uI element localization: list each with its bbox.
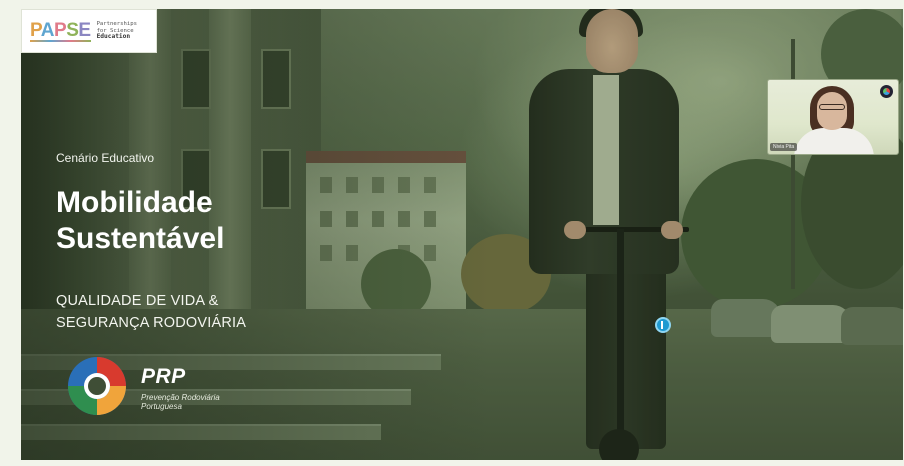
prp-logo: PRP Prevenção Rodoviária Portuguesa: [66, 355, 266, 425]
papse-tagline-line: Partnerships: [96, 20, 137, 27]
papse-tagline-line: Education: [96, 33, 131, 41]
prp-emblem-icon: [68, 357, 126, 415]
papse-letter: P: [30, 20, 41, 41]
participant-video-tile[interactable]: Nivia Pita: [767, 79, 899, 155]
prp-full-name-line: Prevenção Rodoviária: [141, 393, 220, 402]
prp-full-name-line: Portuguesa: [141, 402, 182, 411]
app-logo-icon: [880, 85, 893, 98]
slide-tagline-line: SEGURANÇA RODOVIÁRIA: [56, 315, 247, 331]
slide-frame: PAPSE Partnerships for Science Education…: [21, 9, 903, 460]
prp-acronym: PRP: [141, 365, 186, 388]
papse-logo: PAPSE Partnerships for Science Education: [21, 9, 157, 53]
participant-shoulders: [794, 128, 874, 154]
slide-title: Mobilidade Sustentável: [56, 185, 224, 257]
papse-letter: E: [78, 20, 91, 41]
pointer-marker-icon: [655, 317, 671, 333]
participant-glasses: [819, 104, 845, 110]
papse-letter: A: [40, 20, 55, 41]
participant-face: [817, 92, 847, 130]
papse-letter: P: [54, 20, 67, 41]
slide-kicker: Cenário Educativo: [56, 151, 155, 165]
papse-wordmark: PAPSE: [30, 20, 91, 42]
slide-title-line: Sustentável: [56, 222, 225, 255]
slide-tagline: QUALIDADE DE VIDA & SEGURANÇA RODOVIÁRIA: [56, 290, 246, 334]
slide-title-line: Mobilidade: [56, 186, 213, 219]
prp-full-name: Prevenção Rodoviária Portuguesa: [141, 393, 220, 411]
papse-tagline: Partnerships for Science Education: [97, 21, 137, 41]
participant-name-label: Nivia Pita: [770, 143, 798, 151]
slide-tagline-line: QUALIDADE DE VIDA &: [56, 293, 219, 309]
papse-letter: S: [66, 20, 79, 41]
